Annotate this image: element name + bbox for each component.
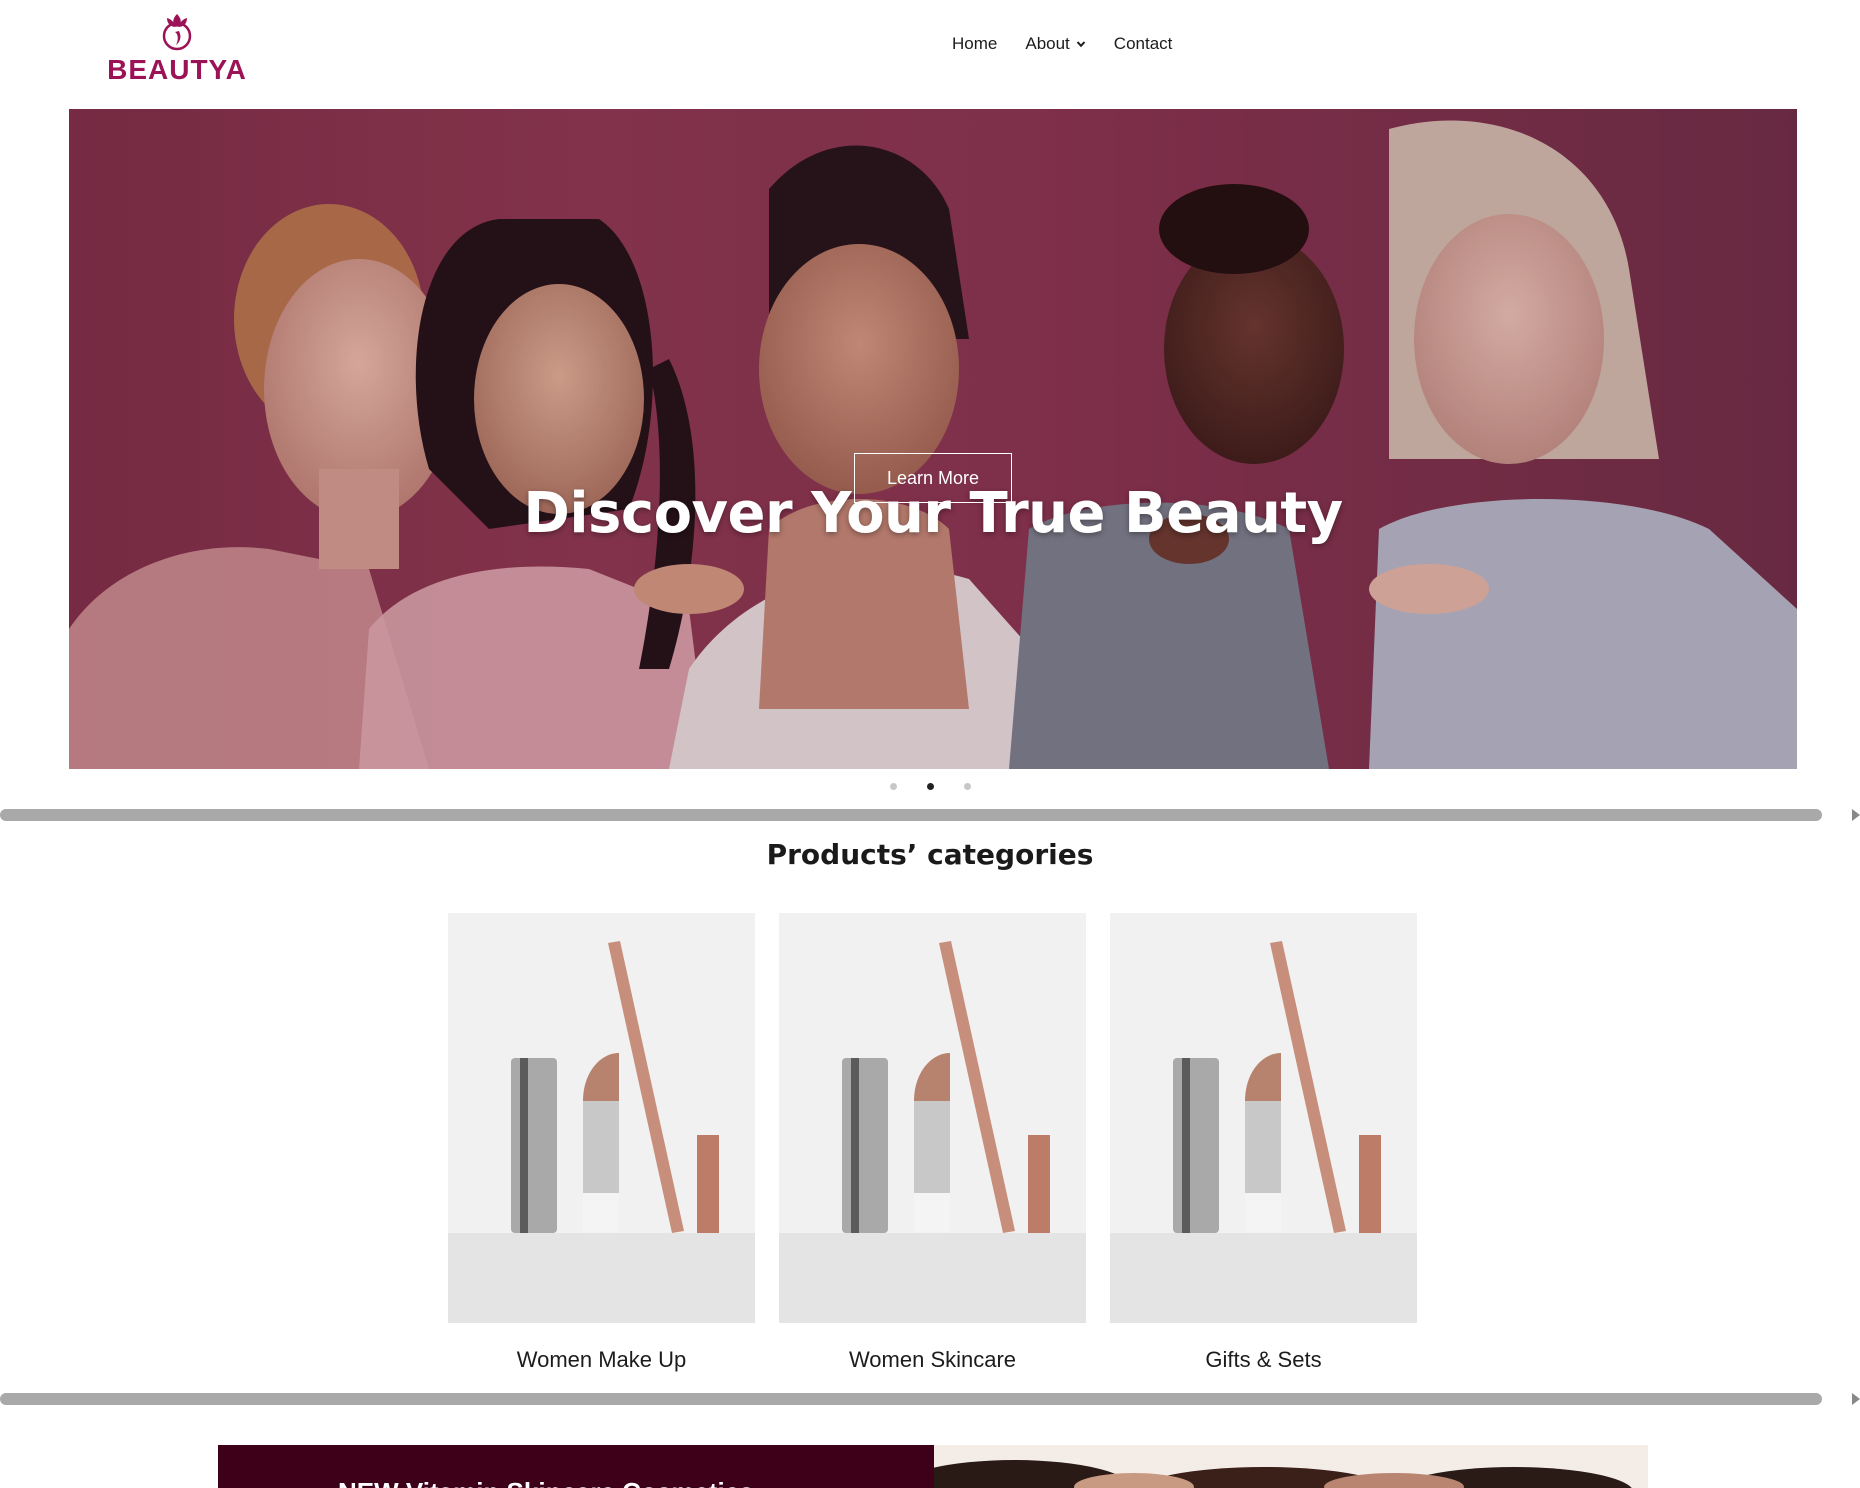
site-header: BEAUTYA Home About Contact bbox=[0, 0, 1860, 100]
brand-logo[interactable]: BEAUTYA bbox=[102, 10, 252, 85]
categories-list: Women Make Up Women Skincare Gifts & Set… bbox=[448, 913, 1417, 1373]
nav-item-label: About bbox=[1025, 34, 1070, 53]
horizontal-scrollbar-thumb[interactable] bbox=[0, 809, 1822, 821]
category-image bbox=[448, 913, 755, 1323]
slider-dots bbox=[890, 783, 971, 790]
scroll-right-arrow-icon[interactable] bbox=[1852, 809, 1860, 821]
scroll-right-arrow-icon[interactable] bbox=[1852, 1393, 1860, 1405]
nav-item-contact[interactable]: Contact bbox=[1114, 34, 1173, 54]
lipstick-product-image bbox=[1110, 913, 1417, 1323]
category-image bbox=[1110, 913, 1417, 1323]
category-label: Women Make Up bbox=[516, 1347, 687, 1372]
categories-title: Products’ categories bbox=[766, 838, 1094, 871]
flower-logo-icon bbox=[162, 14, 192, 51]
nav-item-home[interactable]: Home bbox=[952, 34, 997, 54]
slider-dot-1[interactable] bbox=[890, 783, 897, 790]
brand-name: BEAUTYA bbox=[107, 54, 247, 85]
lipstick-product-image bbox=[448, 913, 755, 1323]
category-image bbox=[779, 913, 1086, 1323]
promo-faces-image bbox=[894, 1445, 1648, 1488]
category-card[interactable]: Gifts & Sets bbox=[1110, 913, 1417, 1373]
slider-dot-3[interactable] bbox=[964, 783, 971, 790]
nav-item-label: Home bbox=[952, 34, 998, 53]
promo-banner: NEW Vitamin Skincare Cosmetics bbox=[218, 1445, 1648, 1488]
nav-item-about[interactable]: About bbox=[1025, 34, 1086, 54]
promo-image bbox=[894, 1445, 1648, 1488]
hero-overlay bbox=[69, 109, 1797, 769]
lipstick-product-image bbox=[779, 913, 1086, 1323]
learn-more-button[interactable]: Learn More bbox=[854, 453, 1012, 503]
category-label: Gifts & Sets bbox=[1205, 1347, 1322, 1372]
nav-item-label: Contact bbox=[1113, 34, 1173, 53]
promo-heading: NEW Vitamin Skincare Cosmetics bbox=[338, 1477, 754, 1488]
horizontal-scrollbar-thumb[interactable] bbox=[0, 1393, 1822, 1405]
chevron-down-icon bbox=[1076, 41, 1086, 48]
category-card[interactable]: Women Make Up bbox=[448, 913, 755, 1373]
main-nav: Home About Contact bbox=[952, 34, 1172, 54]
promo-text-panel: NEW Vitamin Skincare Cosmetics bbox=[218, 1445, 934, 1488]
category-label: Women Skincare bbox=[848, 1347, 1017, 1372]
slider-dot-2[interactable] bbox=[927, 783, 934, 790]
category-card[interactable]: Women Skincare bbox=[779, 913, 1086, 1373]
hero-slider: Discover Your True Beauty Learn More bbox=[69, 109, 1797, 769]
